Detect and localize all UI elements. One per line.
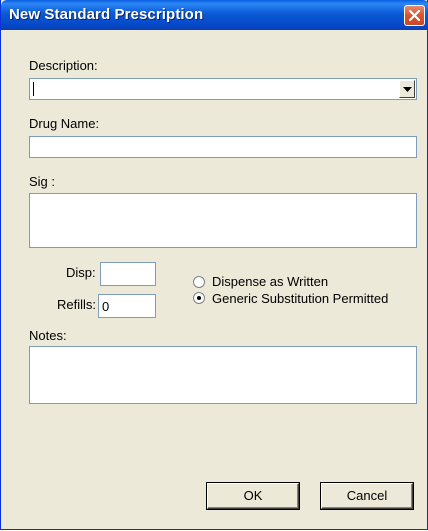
close-button[interactable]	[404, 5, 425, 26]
drug-name-label: Drug Name:	[29, 116, 100, 131]
disp-input[interactable]	[100, 262, 156, 286]
text-caret	[33, 82, 34, 96]
chevron-down-icon	[403, 87, 412, 92]
refills-label: Refills:	[57, 297, 97, 312]
dispense-as-written-radio[interactable]	[193, 276, 205, 288]
prescription-dialog: New Standard Prescription Description: D…	[0, 0, 428, 530]
title-bar[interactable]: New Standard Prescription	[1, 0, 428, 30]
dialog-body: Description: Drug Name: Sig : Disp: Refi…	[1, 30, 427, 529]
notes-label: Notes:	[29, 328, 67, 343]
cancel-button[interactable]: Cancel	[321, 483, 413, 509]
sig-label: Sig :	[29, 174, 56, 189]
drug-name-input[interactable]	[29, 136, 417, 158]
ok-button[interactable]: OK	[207, 483, 299, 509]
sig-textarea[interactable]	[29, 193, 417, 248]
description-label: Description:	[29, 58, 98, 73]
disp-label: Disp:	[66, 265, 96, 280]
description-combobox[interactable]	[29, 78, 417, 100]
refills-input[interactable]	[98, 294, 156, 318]
description-dropdown-button[interactable]	[399, 80, 415, 98]
generic-substitution-label[interactable]: Generic Substitution Permitted	[212, 291, 388, 306]
notes-textarea[interactable]	[29, 346, 417, 404]
dispense-as-written-label[interactable]: Dispense as Written	[212, 274, 328, 289]
close-icon	[408, 9, 421, 22]
radio-selected-dot	[197, 296, 201, 300]
generic-substitution-radio[interactable]	[193, 292, 205, 304]
window-title: New Standard Prescription	[9, 6, 204, 23]
